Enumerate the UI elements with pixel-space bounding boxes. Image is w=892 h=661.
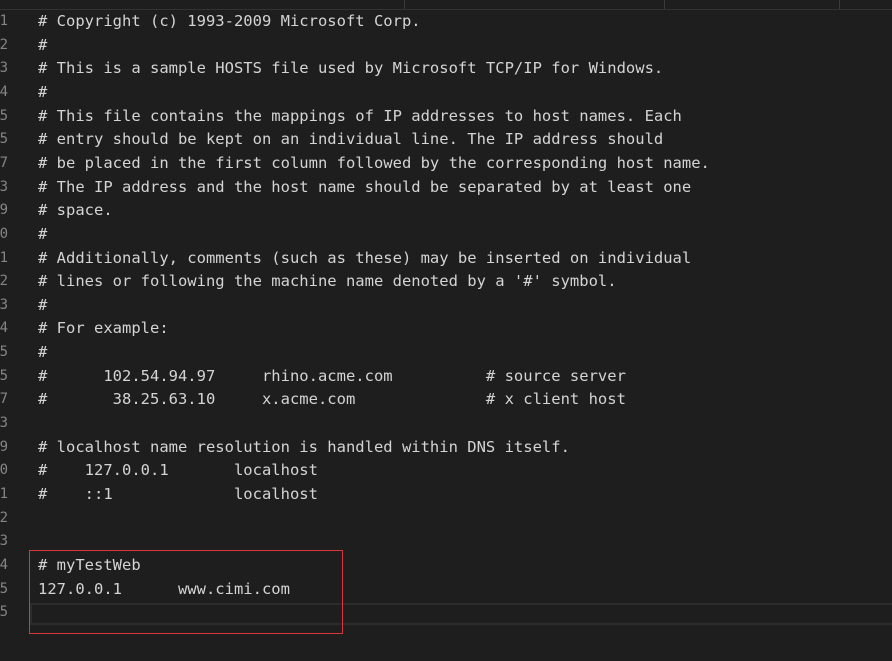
line-number: 0 [0,462,8,478]
code-editor[interactable]: 1 2 3 4 5 5 7 3 9 0 1 2 3 4 5 5 7 3 9 0 1 2 3 4 5 5 # Copyright (… [0,0,892,661]
code-line[interactable]: # For example: [38,316,169,340]
line-number: 2 [0,273,8,289]
code-line[interactable]: # 127.0.0.1 localhost [38,458,318,482]
line-number: 3 [0,60,8,76]
line-number: 9 [0,439,8,455]
line-number: 3 [0,533,8,549]
line-number: 4 [0,320,8,336]
line-number: 3 [0,297,8,313]
code-line[interactable]: # [38,293,47,317]
code-line[interactable]: # ::1 localhost [38,482,318,506]
line-number: 4 [0,557,8,573]
line-number: 0 [0,226,8,242]
line-number: 2 [0,510,8,526]
code-line[interactable]: # 38.25.63.10 x.acme.com # x client host [38,387,626,411]
code-line[interactable]: # space. [38,198,113,222]
line-number-gutter: 1 2 3 4 5 5 7 3 9 0 1 2 3 4 5 5 7 3 9 0 1 2 3 4 5 5 [0,0,14,661]
line-number: 5 [0,368,8,384]
code-line[interactable]: # lines or following the machine name de… [38,269,617,293]
code-line[interactable]: # Additionally, comments (such as these)… [38,246,691,270]
line-number: 5 [0,131,8,147]
code-line[interactable]: # [38,33,47,57]
highlight-annotation-box [29,550,343,634]
line-number: 1 [0,250,8,266]
code-line[interactable]: # entry should be kept on an individual … [38,127,663,151]
line-number: 3 [0,179,8,195]
line-number: 1 [0,13,8,29]
line-number: 5 [0,108,8,124]
line-number: 7 [0,391,8,407]
line-number: 5 [0,604,8,620]
code-line[interactable]: # 102.54.94.97 rhino.acme.com # source s… [38,364,626,388]
code-line[interactable]: # be placed in the first column followed… [38,151,710,175]
line-number: 2 [0,37,8,53]
line-number: 3 [0,415,8,431]
line-number: 9 [0,202,8,218]
code-line[interactable]: # This is a sample HOSTS file used by Mi… [38,56,663,80]
line-number: 5 [0,344,8,360]
code-line[interactable]: # [38,80,47,104]
code-line[interactable]: # [38,222,47,246]
editor-tab-strip [0,0,892,10]
code-line[interactable]: # This file contains the mappings of IP … [38,104,682,128]
line-number: 5 [0,581,8,597]
code-line[interactable]: # Copyright (c) 1993-2009 Microsoft Corp… [38,9,421,33]
code-line[interactable]: # localhost name resolution is handled w… [38,435,570,459]
code-line[interactable]: # The IP address and the host name shoul… [38,175,691,199]
line-number: 7 [0,155,8,171]
line-number: 1 [0,486,8,502]
line-number: 4 [0,84,8,100]
code-line[interactable]: # [38,340,47,364]
